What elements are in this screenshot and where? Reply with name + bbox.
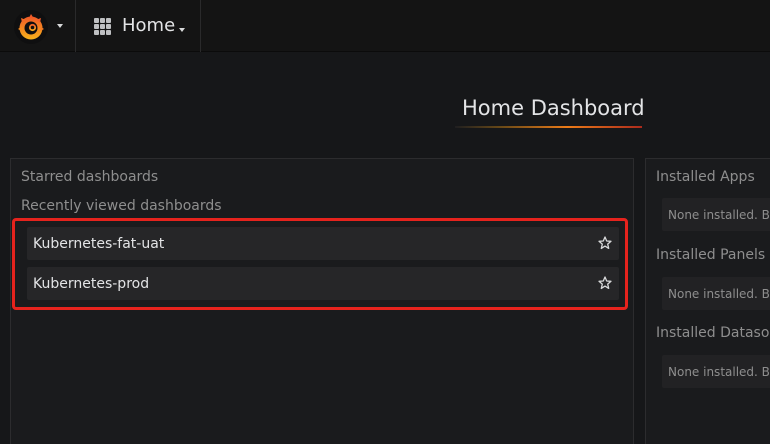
chevron-down-icon [57,24,63,28]
installed-datasources-empty-row: None installed. Br [662,355,770,388]
dashboard-link[interactable]: Kubernetes-fat-uat [33,235,164,253]
star-outline-icon[interactable] [598,236,612,250]
dashboard-list-panel: Starred dashboards Recently viewed dashb… [10,158,634,444]
installed-apps-empty-row: None installed. Br [662,198,770,231]
page-title: Home Dashboard [462,96,645,120]
dashboard-picker-button[interactable]: Home [78,0,201,52]
installed-datasources-message: None installed. Br [668,365,770,379]
installed-panels-empty-row: None installed. Br [662,277,770,310]
installed-panels-message: None installed. Br [668,287,770,301]
grafana-logo-icon [14,10,48,44]
dashboard-link-row[interactable]: Kubernetes-prod [27,267,619,300]
star-outline-icon[interactable] [598,276,612,290]
grafana-menu-button[interactable] [0,0,76,52]
recently-viewed-heading: Recently viewed dashboards [21,198,222,214]
installed-apps-heading: Installed Apps [656,169,755,185]
installed-plugins-panel: Installed Apps None installed. Br Instal… [645,158,770,444]
title-underline [455,126,642,128]
dashboard-grid-icon [94,18,112,36]
starred-dashboards-heading: Starred dashboards [21,169,159,185]
installed-panels-heading: Installed Panels [656,247,766,263]
installed-datasources-heading: Installed Datasou [656,325,770,341]
chevron-down-icon [179,28,185,32]
dashboard-link[interactable]: Kubernetes-prod [33,275,149,293]
installed-apps-message: None installed. Br [668,208,770,222]
top-navbar: Home [0,0,770,52]
page-title-container: Home Dashboard [455,92,645,128]
dashboard-link-row[interactable]: Kubernetes-fat-uat [27,227,619,260]
home-label: Home [122,15,176,36]
